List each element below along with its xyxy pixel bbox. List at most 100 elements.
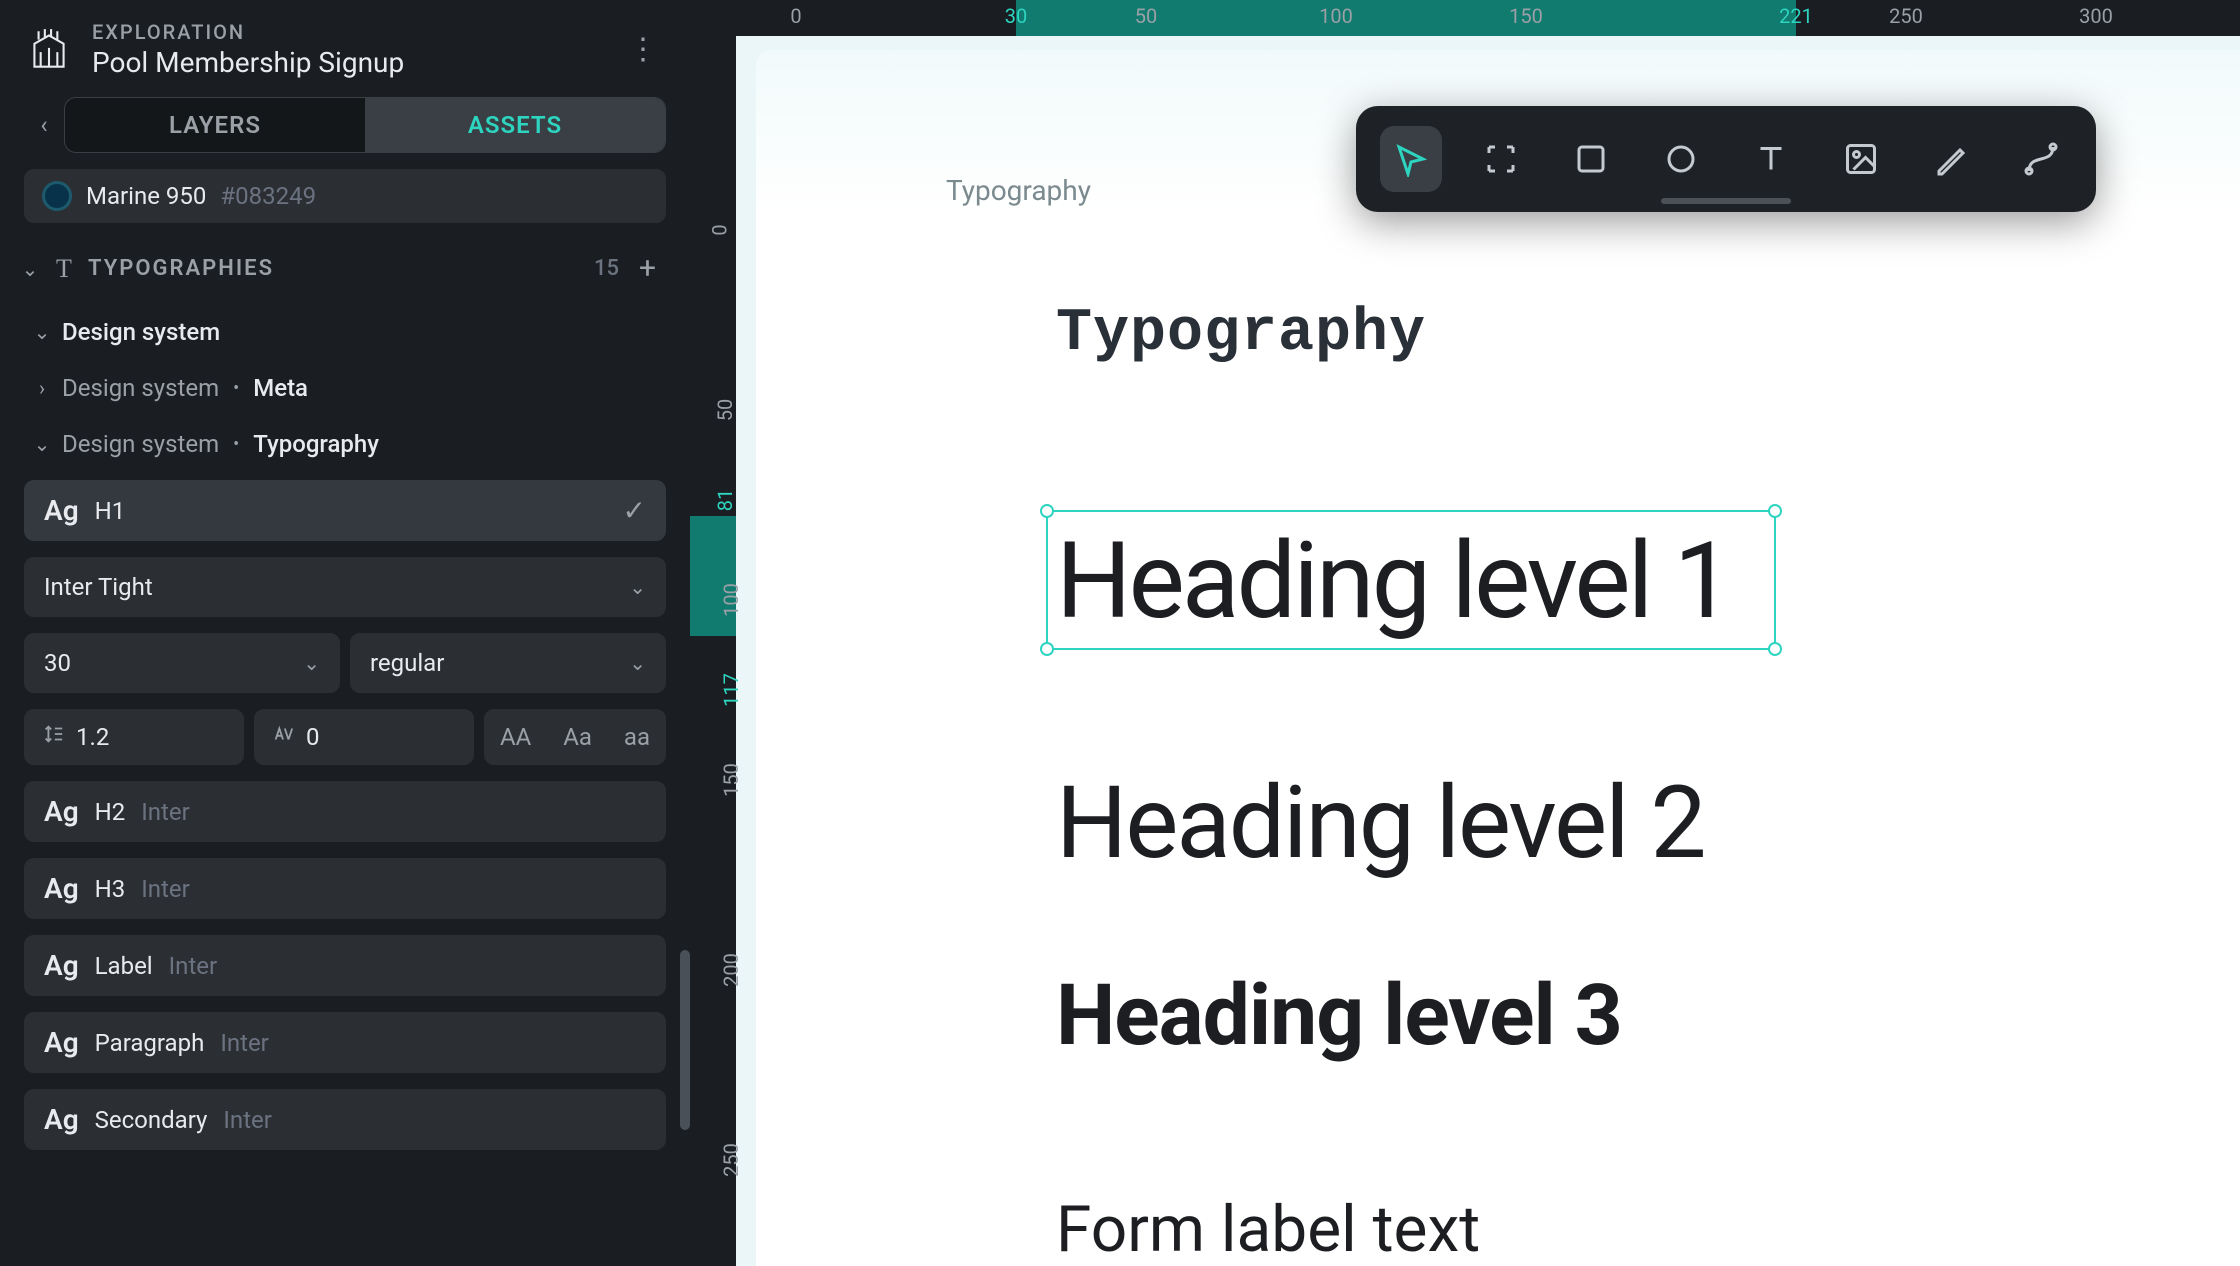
ag-glyph: Ag xyxy=(44,872,79,905)
typography-item-h3[interactable]: Ag H3 Inter xyxy=(24,858,666,919)
font-weight-value: regular xyxy=(370,649,444,677)
ruler-tick-v: 100 xyxy=(719,583,743,617)
color-swatch xyxy=(42,181,72,211)
color-hex: #083249 xyxy=(220,182,316,210)
chevron-down-icon: ⌄ xyxy=(629,651,646,675)
add-typography-button[interactable]: + xyxy=(629,247,666,290)
case-uppercase[interactable]: AA xyxy=(488,723,543,751)
ruler-tick-h: 250 xyxy=(1889,4,1923,28)
ruler-horizontal[interactable]: 03050100150221250300350 xyxy=(736,0,2240,36)
group-typography[interactable]: ⌄ Design system • Typography xyxy=(0,416,690,472)
case-lowercase[interactable]: aa xyxy=(612,723,662,751)
canvas-h1[interactable]: Heading level 1 xyxy=(1056,528,1730,634)
project-tag: EXPLORATION xyxy=(92,20,600,44)
canvas-page[interactable]: Typography Typography Heading level 1 He… xyxy=(756,50,2240,1266)
project-icon xyxy=(24,25,74,75)
tool-ellipse[interactable] xyxy=(1650,126,1712,192)
separator-dot: • xyxy=(233,378,239,399)
ag-glyph: Ag xyxy=(44,494,79,527)
tool-frame[interactable] xyxy=(1470,126,1532,192)
ruler-corner xyxy=(690,0,736,36)
typography-name: Secondary xyxy=(95,1106,208,1134)
chevron-down-icon: ⌄ xyxy=(20,257,40,281)
ruler-tick-h: 0 xyxy=(790,4,801,28)
case-titlecase[interactable]: Aa xyxy=(551,723,604,751)
typography-item-h1[interactable]: Ag H1 ✓ xyxy=(24,480,666,541)
tool-text[interactable] xyxy=(1740,126,1802,192)
typography-item-label[interactable]: Ag Label Inter xyxy=(24,935,666,996)
canvas-h2[interactable]: Heading level 2 xyxy=(1056,774,1730,874)
selection-handle-tr[interactable] xyxy=(1768,504,1782,518)
typography-item-h2[interactable]: Ag H2 Inter xyxy=(24,781,666,842)
text-case-group: AA Aa aa xyxy=(484,709,666,765)
group-path: Design system xyxy=(62,430,219,458)
sidebar-scrollbar[interactable] xyxy=(680,950,690,1250)
typography-name: H3 xyxy=(95,875,126,903)
chevron-right-icon: › xyxy=(32,376,52,400)
typographies-section-header[interactable]: ⌄ T TYPOGRAPHIES 15 + xyxy=(0,233,690,304)
typography-name: Paragraph xyxy=(95,1029,205,1057)
chevron-down-icon: ⌄ xyxy=(629,575,646,599)
line-height-value: 1.2 xyxy=(76,723,109,751)
color-name: Marine 950 xyxy=(86,182,206,210)
floating-toolbar[interactable] xyxy=(1356,106,2096,212)
ruler-vertical[interactable]: 05081100117150200250 xyxy=(690,36,736,1266)
typography-name: H1 xyxy=(95,497,126,525)
canvas-h3[interactable]: Heading level 3 xyxy=(1056,974,1730,1058)
ruler-tick-v: 200 xyxy=(719,953,743,987)
ruler-tick-h: 50 xyxy=(1135,4,1157,28)
scrollbar-thumb[interactable] xyxy=(680,950,690,1130)
ruler-tick-h: 30 xyxy=(1005,4,1027,28)
section-title: TYPOGRAPHIES xyxy=(88,256,584,281)
typography-name: Label xyxy=(95,952,153,980)
ruler-tick-v: 81 xyxy=(713,489,737,511)
ruler-tick-h: 221 xyxy=(1779,4,1813,28)
canvas-label[interactable]: Form label text xyxy=(1056,1198,1730,1262)
letter-spacing-input[interactable]: 0 xyxy=(254,709,474,765)
check-icon: ✓ xyxy=(623,494,646,527)
group-suffix: Meta xyxy=(253,374,308,402)
font-family-select[interactable]: Inter Tight ⌄ xyxy=(24,557,666,617)
tool-move[interactable] xyxy=(1380,126,1442,192)
tool-rectangle[interactable] xyxy=(1560,126,1622,192)
section-count: 15 xyxy=(594,256,619,281)
project-menu-button[interactable]: ⋮ xyxy=(618,34,666,66)
typography-item-paragraph[interactable]: Ag Paragraph Inter xyxy=(24,1012,666,1073)
selection-handle-bl[interactable] xyxy=(1040,642,1054,656)
group-path: Design system xyxy=(62,374,219,402)
ag-glyph: Ag xyxy=(44,949,79,982)
tool-pen[interactable] xyxy=(1920,126,1982,192)
font-size-select[interactable]: 30 ⌄ xyxy=(24,633,340,693)
canvas-title[interactable]: Typography xyxy=(1056,300,1730,368)
color-asset-row[interactable]: Marine 950 #083249 xyxy=(24,169,666,223)
group-label: Design system xyxy=(62,318,220,346)
ruler-tick-h: 150 xyxy=(1509,4,1543,28)
canvas-area[interactable]: 03050100150221250300350 0508110011715020… xyxy=(690,0,2240,1266)
tool-curve[interactable] xyxy=(2010,126,2072,192)
ruler-tick-v: 0 xyxy=(708,224,732,235)
back-button[interactable]: ‹ xyxy=(24,111,64,139)
ruler-tick-v: 117 xyxy=(719,673,743,707)
selection-handle-tl[interactable] xyxy=(1040,504,1054,518)
toolbar-drag-handle[interactable] xyxy=(1661,198,1791,204)
frame-label[interactable]: Typography xyxy=(946,174,1091,207)
group-meta[interactable]: › Design system • Meta xyxy=(0,360,690,416)
selection-handle-br[interactable] xyxy=(1768,642,1782,656)
tab-layers[interactable]: LAYERS xyxy=(65,98,365,152)
ag-glyph: Ag xyxy=(44,795,79,828)
tool-image[interactable] xyxy=(1830,126,1892,192)
typography-item-secondary[interactable]: Ag Secondary Inter xyxy=(24,1089,666,1150)
line-height-input[interactable]: 1.2 xyxy=(24,709,244,765)
chevron-down-icon: ⌄ xyxy=(32,320,52,344)
ruler-selection-h xyxy=(1016,0,1796,36)
ruler-tick-v: 250 xyxy=(719,1143,743,1177)
font-weight-select[interactable]: regular ⌄ xyxy=(350,633,666,693)
sidebar-tabs: LAYERS ASSETS xyxy=(64,97,666,153)
tab-assets[interactable]: ASSETS xyxy=(365,98,665,152)
chevron-down-icon: ⌄ xyxy=(32,432,52,456)
ag-glyph: Ag xyxy=(44,1103,79,1136)
ruler-tick-h: 300 xyxy=(2079,4,2113,28)
ruler-selection-v xyxy=(690,516,736,636)
typography-font: Inter xyxy=(220,1029,269,1057)
group-design-system[interactable]: ⌄ Design system xyxy=(0,304,690,360)
